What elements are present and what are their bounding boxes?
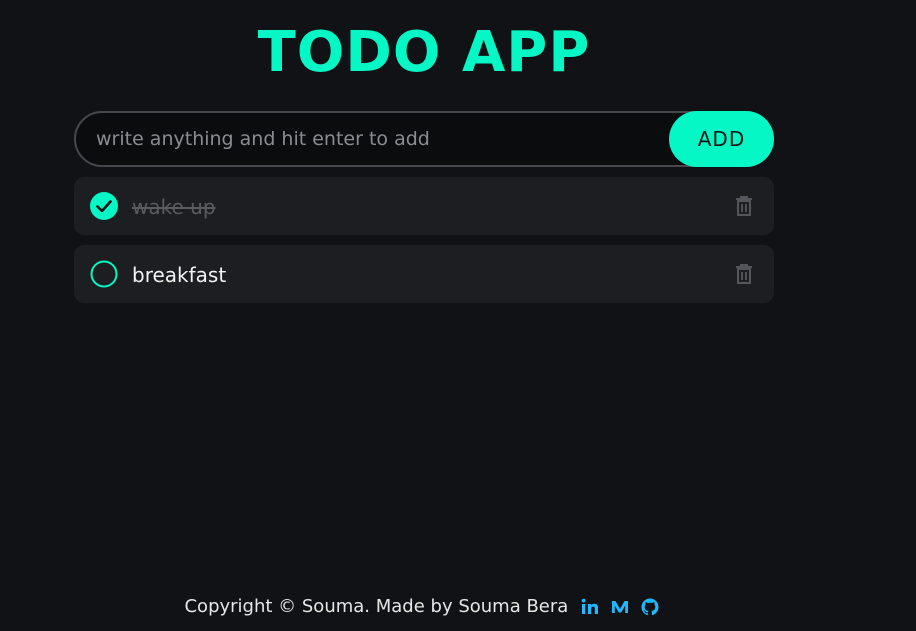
github-icon[interactable] xyxy=(640,597,660,617)
trash-icon[interactable] xyxy=(734,195,754,217)
todo-text: breakfast xyxy=(132,263,227,287)
todo-app: TODO APP ADD wake up xyxy=(0,0,916,631)
trash-icon[interactable] xyxy=(734,263,754,285)
todo-list: wake up breakfast xyxy=(74,177,774,313)
todo-text: wake up xyxy=(132,195,216,219)
social-links xyxy=(578,592,661,622)
add-todo-form: ADD xyxy=(74,111,774,167)
page-title: TODO APP xyxy=(257,20,591,85)
check-circle-icon[interactable] xyxy=(90,192,118,220)
add-button[interactable]: ADD xyxy=(669,111,774,167)
empty-circle-icon[interactable] xyxy=(90,260,118,288)
todo-item: breakfast xyxy=(74,245,774,303)
medium-icon[interactable] xyxy=(610,597,630,617)
todo-item: wake up xyxy=(74,177,774,235)
footer: Copyright © Souma. Made by Souma Bera xyxy=(0,592,846,622)
copyright-text: Copyright © Souma. Made by Souma Bera xyxy=(184,596,569,617)
linkedin-icon[interactable] xyxy=(580,597,600,617)
